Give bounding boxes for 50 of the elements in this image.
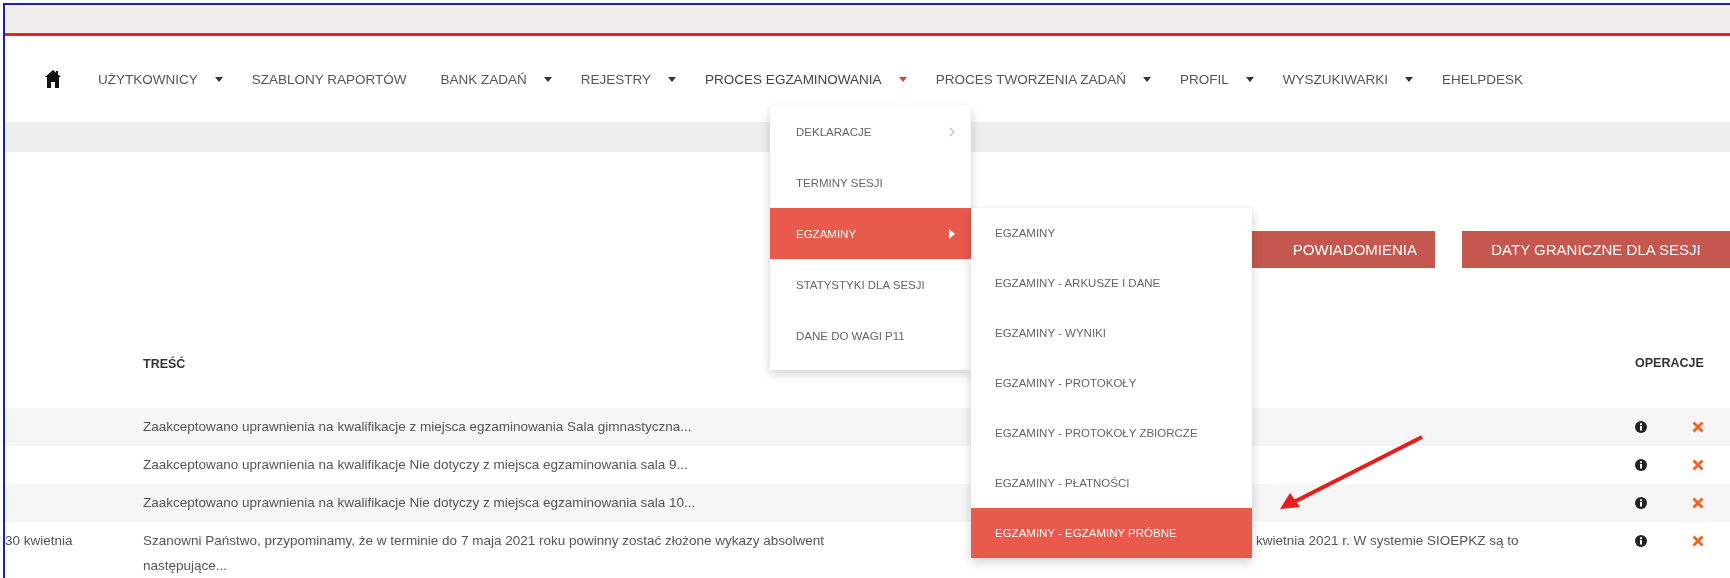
nav-link[interactable]: REJESTRY bbox=[580, 71, 677, 87]
menu-item[interactable]: DANE DO WAGI P11 bbox=[770, 310, 971, 361]
nav-link[interactable]: SZABLONY RAPORTÓW bbox=[251, 71, 407, 87]
menu-item[interactable]: STATYSTYKI DLA SESJI bbox=[770, 259, 971, 310]
menu-item[interactable]: EGZAMINY bbox=[770, 208, 971, 259]
table-cell: 30 kwietnia bbox=[5, 533, 73, 548]
menu-item[interactable]: EGZAMINY - PŁATNOŚCI bbox=[971, 458, 1252, 508]
table-cell: Zaakceptowano uprawnienia na kwalifikacje Nie dotyczy z miejsca egzaminowania sala 9... bbox=[143, 457, 688, 472]
menu-item[interactable]: EGZAMINY - EGZAMINY PRÓBNE bbox=[971, 508, 1252, 558]
caret-icon bbox=[1245, 76, 1254, 82]
menu-item[interactable]: EGZAMINY bbox=[971, 208, 1252, 258]
caret-icon bbox=[214, 76, 223, 82]
menu-item[interactable]: EGZAMINY - PROTOKOŁY ZBIORCZE bbox=[971, 408, 1252, 458]
nav-link[interactable]: EHELPDESK bbox=[1441, 71, 1523, 87]
caret-right-icon bbox=[949, 228, 955, 239]
nav-link[interactable]: UŻYTKOWNICY bbox=[98, 71, 223, 87]
nav-link[interactable]: PROCES TWORZENIA ZADAŃ bbox=[935, 71, 1151, 87]
info-icon bbox=[1635, 459, 1647, 471]
delete-icon bbox=[1692, 459, 1704, 471]
delete-icon bbox=[1692, 497, 1704, 509]
nav-link[interactable]: PROCES EGZAMINOWANIA bbox=[705, 71, 907, 87]
action-button[interactable]: DATY GRANICZNE DLA SESJI bbox=[1462, 231, 1730, 268]
column-header: TREŚĆ bbox=[143, 357, 186, 371]
nav-link[interactable]: BANK ZADAŃ bbox=[440, 71, 552, 87]
chevron-right-icon bbox=[949, 126, 955, 137]
column-header: OPERACJE bbox=[1635, 356, 1704, 370]
nav-link[interactable]: WYSZUKIWARKI bbox=[1282, 71, 1413, 87]
menu-item[interactable]: EGZAMINY - ARKUSZE I DANE bbox=[971, 258, 1252, 308]
caret-icon bbox=[1142, 76, 1151, 82]
info-icon bbox=[1635, 535, 1647, 547]
table-cell: Zaakceptowano uprawnienia na kwalifikacje Nie dotyczy z miejsca egzaminowania sala 10... bbox=[143, 495, 696, 510]
caret-icon bbox=[543, 76, 552, 82]
caret-icon bbox=[898, 76, 907, 82]
info-icon bbox=[1635, 421, 1647, 433]
menu-item[interactable]: DEKLARACJE bbox=[770, 106, 971, 157]
action-button[interactable]: POWIADOMIENIA bbox=[1249, 231, 1435, 268]
delete-icon bbox=[1692, 535, 1704, 547]
menu-item[interactable]: EGZAMINY - WYNIKI bbox=[971, 308, 1252, 358]
caret-icon bbox=[668, 76, 677, 82]
table-cell: Szanowni Państwo, przypominamy, że w terminie do 7 maja 2021 roku powinny zostać złożone wykazy absolwent bbox=[143, 533, 825, 548]
table-cell: Zaakceptowano uprawnienia na kwalifikacje z miejsca egzaminowania Sala gimnastyczna... bbox=[143, 419, 692, 434]
delete-icon bbox=[1692, 421, 1704, 433]
caret-icon bbox=[1404, 76, 1413, 82]
menu-item[interactable]: EGZAMINY - PROTOKOŁY bbox=[971, 358, 1252, 408]
nav-link[interactable]: PROFIL bbox=[1179, 71, 1254, 87]
menu-item[interactable]: TERMINY SESJI bbox=[770, 157, 971, 208]
table-cell-text: następujące... bbox=[143, 557, 229, 575]
home-icon[interactable] bbox=[45, 70, 61, 88]
info-icon bbox=[1635, 497, 1647, 509]
table-cell-text: kwietnia 2021 r. W systemie SIOEPKZ są to bbox=[1256, 532, 1519, 550]
